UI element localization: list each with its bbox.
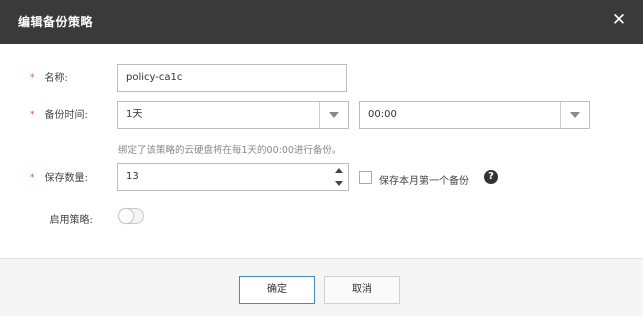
toggle-knob	[119, 209, 133, 223]
backup-frequency-select[interactable]: 1天	[117, 101, 349, 129]
name-label-row: * 名称:	[30, 69, 102, 84]
keep-first-of-month-checkbox[interactable]	[359, 171, 372, 184]
increment-icon[interactable]	[335, 168, 343, 173]
chevron-down-icon[interactable]	[560, 102, 589, 128]
enable-policy-toggle[interactable]	[118, 208, 144, 224]
required-mark: *	[30, 110, 35, 120]
required-mark: *	[30, 73, 35, 83]
retention-label: 保存数量:	[44, 173, 88, 184]
backup-frequency-value: 1天	[126, 109, 143, 120]
retention-stepper[interactable]: 13	[117, 163, 349, 191]
enable-label-row: *启用策略:	[30, 211, 102, 226]
stepper-arrows[interactable]	[334, 165, 344, 189]
name-input[interactable]: policy-ca1c	[117, 64, 347, 92]
required-mark: *	[30, 173, 35, 183]
backup-time-select[interactable]: 00:00	[359, 101, 590, 129]
decrement-icon[interactable]	[335, 181, 343, 186]
backup-time-label: 备份时间:	[44, 110, 88, 121]
edit-backup-policy-dialog: 编辑备份策略 ✕ * 名称: policy-ca1c * 备份时间: 1天 00:0…	[0, 0, 643, 316]
backup-time-label-row: * 备份时间:	[30, 106, 102, 121]
help-icon[interactable]: ?	[484, 170, 498, 184]
backup-hint-text: 绑定了该策略的云硬盘将在每1天的00:00进行备份。	[118, 145, 342, 156]
chevron-down-icon[interactable]	[319, 102, 348, 128]
name-label: 名称:	[44, 73, 68, 84]
retention-label-row: * 保存数量:	[30, 169, 102, 184]
keep-first-of-month-label[interactable]: 保存本月第一个备份	[379, 172, 469, 187]
retention-value: 13	[126, 171, 139, 182]
close-icon[interactable]: ✕	[611, 10, 627, 30]
cancel-button[interactable]: 取消	[324, 276, 400, 304]
enable-label: 启用策略:	[49, 215, 93, 226]
dialog-footer: 确定 取消	[0, 258, 643, 316]
dialog-header: 编辑备份策略 ✕	[0, 0, 643, 44]
confirm-button[interactable]: 确定	[239, 276, 315, 304]
backup-time-value: 00:00	[368, 109, 397, 120]
dialog-title: 编辑备份策略	[18, 15, 94, 29]
